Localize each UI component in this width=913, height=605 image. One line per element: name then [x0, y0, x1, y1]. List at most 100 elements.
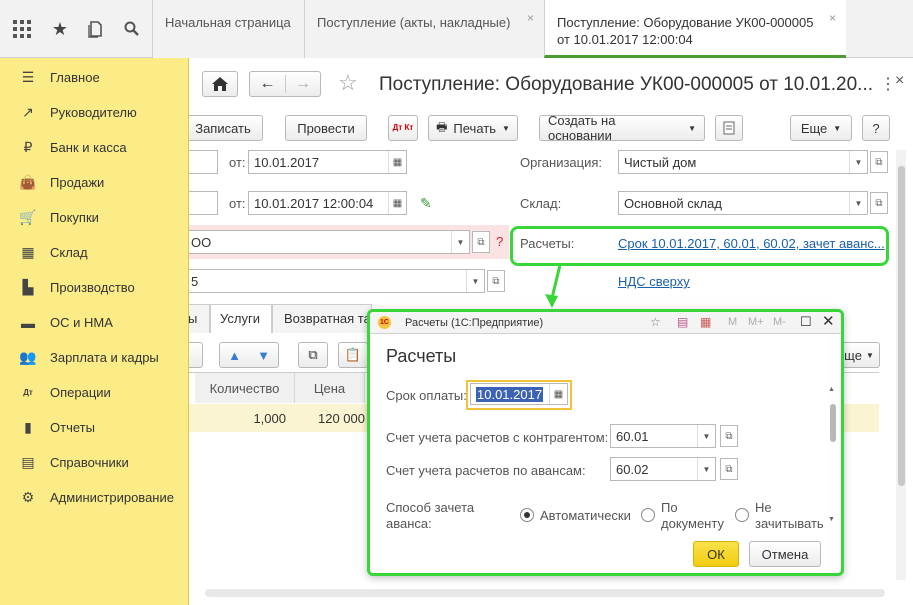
- chevron-down-icon[interactable]: ▼: [697, 425, 715, 447]
- counterparty-field[interactable]: ОО ▼: [185, 230, 470, 254]
- close-icon[interactable]: ×: [527, 10, 534, 27]
- memory-m-button[interactable]: M: [728, 316, 737, 328]
- sidebar-item-11[interactable]: ▤ Справочники: [0, 445, 189, 480]
- radio-by-document-label[interactable]: По документу: [661, 500, 724, 532]
- table-icon[interactable]: ▤: [677, 315, 688, 329]
- sidebar-item-3[interactable]: 👜 Продажи: [0, 165, 189, 200]
- incoming-number-field[interactable]: [185, 191, 218, 215]
- move-up-icon[interactable]: ▲: [220, 348, 249, 363]
- close-icon[interactable]: ×: [895, 72, 904, 90]
- forward-arrow-icon[interactable]: →: [284, 75, 320, 93]
- column-header-price[interactable]: Цена: [295, 373, 365, 403]
- chevron-down-icon[interactable]: ▼: [466, 270, 484, 292]
- copy-button[interactable]: ⧉: [298, 342, 328, 368]
- favorite-star-icon[interactable]: ☆: [338, 70, 358, 96]
- open-icon[interactable]: ⧉: [720, 458, 738, 480]
- ok-button[interactable]: ОК: [693, 541, 739, 567]
- more-menu-icon[interactable]: ⋮: [880, 74, 896, 94]
- scrollbar-thumb[interactable]: [898, 166, 905, 486]
- search-icon[interactable]: [118, 14, 146, 44]
- due-date-field[interactable]: 10.01.2017 ▦: [470, 383, 568, 405]
- settlements-link[interactable]: Срок 10.01.2017, 60.01, 60.02, зачет ава…: [618, 236, 885, 251]
- sidebar-item-1[interactable]: ↗ Руководителю: [0, 95, 189, 130]
- sidebar-item-5[interactable]: ▦ Склад: [0, 235, 189, 270]
- calendar-icon[interactable]: ▦: [388, 192, 406, 214]
- calendar-icon[interactable]: ▦: [388, 151, 406, 173]
- close-icon[interactable]: ×: [829, 10, 836, 27]
- close-icon[interactable]: ✕: [822, 312, 835, 330]
- datetime-field[interactable]: 10.01.2017 12:00:04 ▦: [248, 191, 407, 215]
- help-question-mark[interactable]: ?: [496, 234, 503, 249]
- edit-check-icon[interactable]: ✎: [420, 195, 432, 212]
- sidebar-item-4[interactable]: 🛒 Покупки: [0, 200, 189, 235]
- home-button[interactable]: [202, 71, 238, 97]
- date-field[interactable]: 10.01.2017 ▦: [248, 150, 407, 174]
- from-label: от:: [229, 155, 246, 170]
- open-icon[interactable]: ⧉: [870, 192, 888, 214]
- open-icon[interactable]: ⧉: [487, 270, 505, 292]
- horizontal-scrollbar[interactable]: [205, 589, 885, 597]
- calendar-icon[interactable]: ▦: [700, 315, 711, 329]
- dialog-heading: Расчеты: [386, 346, 457, 366]
- warehouse-field[interactable]: Основной склад ▼: [618, 191, 868, 215]
- radio-do-not-offset-label[interactable]: Не зачитывать: [755, 500, 824, 532]
- sidebar-item-7[interactable]: ▬ ОС и НМА: [0, 305, 189, 340]
- number-field[interactable]: [185, 150, 218, 174]
- paste-button[interactable]: 📋: [338, 342, 368, 368]
- save-button[interactable]: Записать: [183, 115, 263, 141]
- favorite-star-icon[interactable]: ☆: [650, 315, 661, 329]
- memory-minus-button[interactable]: M-: [773, 316, 786, 328]
- print-button[interactable]: 🖶 Печать ▼: [428, 115, 518, 141]
- open-icon[interactable]: ⧉: [720, 425, 738, 447]
- chevron-down-icon[interactable]: ▼: [697, 458, 715, 480]
- cancel-button[interactable]: Отмена: [749, 541, 821, 567]
- tab-receipt-document[interactable]: Поступление: Оборудование УК00-000005 от…: [544, 0, 846, 58]
- organization-field[interactable]: Чистый дом ▼: [618, 150, 868, 174]
- sidebar-item-2[interactable]: ₽ Банк и касса: [0, 130, 189, 165]
- tab-receipts-list[interactable]: Поступление (акты, накладные) ×: [304, 0, 544, 58]
- radio-automatic-label[interactable]: Автоматически: [540, 508, 631, 523]
- move-down-icon[interactable]: ▼: [249, 348, 278, 363]
- open-icon[interactable]: ⧉: [472, 231, 490, 253]
- apps-grid-icon[interactable]: [8, 14, 36, 44]
- memory-plus-button[interactable]: M+: [748, 316, 764, 328]
- sidebar-item-0[interactable]: ☰ Главное: [0, 60, 189, 95]
- document-icon-button[interactable]: [715, 115, 743, 141]
- open-icon[interactable]: ⧉: [870, 151, 888, 173]
- maximize-icon[interactable]: ☐: [800, 314, 812, 330]
- tab-returnable-packaging[interactable]: Возвратная та: [272, 304, 372, 333]
- back-arrow-icon[interactable]: ←: [250, 75, 285, 93]
- sidebar-item-12[interactable]: ⚙ Администрирование: [0, 480, 189, 515]
- sidebar-item-label: Администрирование: [50, 490, 174, 505]
- datetime-value: 10.01.2017 12:00:04: [254, 195, 374, 211]
- more-button[interactable]: Еще ▼: [790, 115, 852, 141]
- chevron-down-icon[interactable]: ▼: [849, 151, 867, 173]
- column-header-quantity[interactable]: Количество: [195, 373, 295, 403]
- sidebar-item-9[interactable]: Дт Операции: [0, 375, 189, 410]
- vat-on-top-link[interactable]: НДС сверху: [618, 274, 690, 289]
- radio-by-document[interactable]: [641, 508, 655, 522]
- calendar-icon[interactable]: ▦: [549, 384, 567, 404]
- radio-do-not-offset[interactable]: [735, 508, 749, 522]
- counterparty-account-field[interactable]: 60.01 ▼: [610, 424, 716, 448]
- dt-kt-button[interactable]: Дт Кт: [388, 115, 418, 141]
- contract-field[interactable]: 5 ▼: [185, 269, 485, 293]
- tab-services[interactable]: Услуги: [210, 304, 272, 333]
- advance-account-field[interactable]: 60.02 ▼: [610, 457, 716, 481]
- scroll-down-icon[interactable]: ▼: [828, 516, 835, 523]
- post-button[interactable]: Провести: [285, 115, 367, 141]
- favorites-star-icon[interactable]: ★: [46, 14, 74, 44]
- chevron-down-icon[interactable]: ▼: [849, 192, 867, 214]
- scroll-up-icon[interactable]: ▲: [828, 386, 835, 393]
- sidebar-item-10[interactable]: ▮ Отчеты: [0, 410, 189, 445]
- help-button[interactable]: ?: [862, 115, 890, 141]
- tab-home[interactable]: Начальная страница: [152, 0, 304, 58]
- dialog-scrollbar-thumb[interactable]: [830, 404, 836, 442]
- chevron-down-icon[interactable]: ▼: [451, 231, 469, 253]
- create-based-on-button[interactable]: Создать на основании ▼: [539, 113, 705, 143]
- sidebar-item-8[interactable]: 👥 Зарплата и кадры: [0, 340, 189, 375]
- sidebar-item-6[interactable]: ▙ Производство: [0, 270, 189, 305]
- table-more-button[interactable]: ще ▼: [838, 342, 880, 368]
- history-icon[interactable]: [82, 14, 110, 44]
- radio-automatic[interactable]: [520, 508, 534, 522]
